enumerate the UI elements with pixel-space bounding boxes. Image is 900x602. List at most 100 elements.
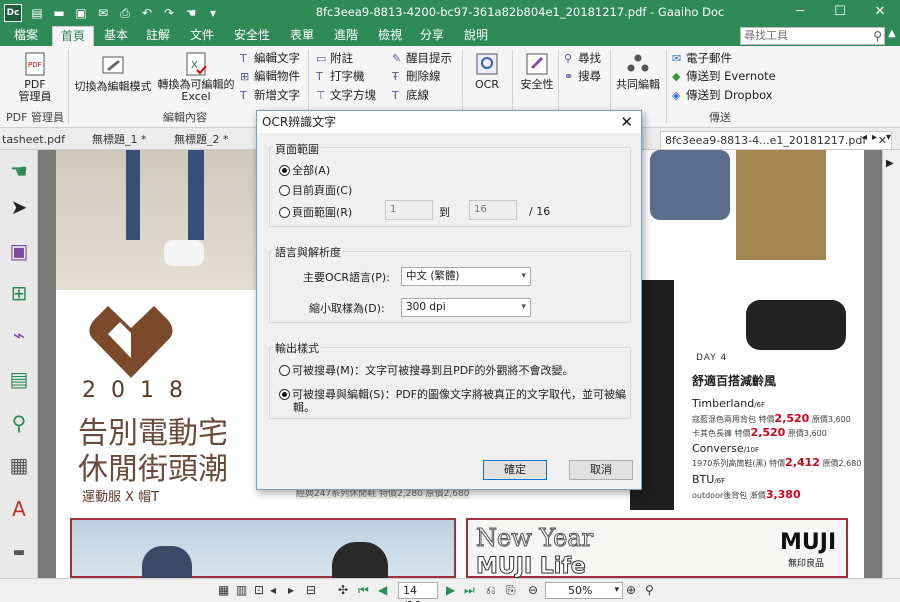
minimize-button[interactable]: ─ <box>780 0 820 26</box>
range-to-input[interactable]: 16 <box>469 200 517 220</box>
tab-basic[interactable]: 基本 <box>98 26 134 46</box>
attachment-icon[interactable]: ⌁ <box>6 322 32 348</box>
next-view-icon[interactable]: ⎘ <box>506 583 516 597</box>
convert-excel-button[interactable]: X 轉換為可編輯的 Excel <box>156 52 236 103</box>
tab-scroll-left-icon[interactable]: ◂ <box>862 132 867 143</box>
strikeout-button[interactable]: Ŧ 刪除線 <box>392 70 441 84</box>
typewriter-icon: T <box>316 70 323 83</box>
previous-page-icon[interactable]: ◀ <box>378 583 387 597</box>
tab-form[interactable]: 表單 <box>284 26 320 46</box>
radio-searchable[interactable]: 可被搜尋(M)：文字可被搜尋到且PDF的外觀將不會改變。 <box>279 362 574 378</box>
layers-icon[interactable]: ▦ <box>6 452 32 478</box>
cancel-button[interactable]: 取消 <box>569 460 633 480</box>
search-icon[interactable]: ⚲ <box>873 28 882 44</box>
ocr-button[interactable]: OCR <box>468 52 506 91</box>
new-document-icon[interactable]: ▤ <box>28 4 46 22</box>
add-text-button[interactable]: T 新增文字 <box>240 89 300 103</box>
typewriter-button[interactable]: T 打字機 <box>316 70 365 84</box>
tab-file[interactable]: 檔案 <box>6 26 46 46</box>
edit-object-button[interactable]: ⊞ 編輯物件 <box>240 70 300 84</box>
stamp-icon[interactable]: ⚲ <box>6 410 32 436</box>
next-page-icon[interactable]: ▶ <box>446 583 455 597</box>
open-folder-icon[interactable]: ▬ <box>50 4 68 22</box>
dialog-close-icon[interactable]: ✕ <box>620 113 633 131</box>
main-language-select[interactable]: 中文 (繁體) ▾ <box>401 267 531 286</box>
radio-current-page[interactable]: 目前頁面(C) <box>279 182 352 198</box>
rotate-left-icon[interactable]: ◂ <box>270 583 276 597</box>
pdf-manager-button[interactable]: PDF PDF 管理員 <box>10 52 60 103</box>
hand-tool-icon[interactable]: ☚ <box>182 4 200 22</box>
zoom-tool-icon[interactable]: ⚲ <box>645 583 654 597</box>
downsample-select[interactable]: 300 dpi ▾ <box>401 298 531 317</box>
fit-width-icon[interactable]: ⊡ <box>254 583 264 597</box>
product-line: outdoor後背包 漸價3,380 <box>692 488 801 501</box>
email-button[interactable]: ✉ 電子郵件 <box>672 52 732 66</box>
switch-edit-mode-button[interactable]: 切換為編輯模式 <box>72 54 154 93</box>
zoom-in-icon[interactable]: ⊕ <box>626 583 636 597</box>
share-edit-button[interactable]: 共同編輯 <box>614 52 662 91</box>
edit-text-button[interactable]: T 編輯文字 <box>240 52 300 66</box>
radio-page-range[interactable]: 頁面範圍(R) <box>279 204 352 220</box>
security-button[interactable]: 安全性 <box>516 52 558 91</box>
evernote-icon: ◆ <box>672 70 681 83</box>
underline-button[interactable]: T 底線 <box>392 89 429 103</box>
comments-icon[interactable]: ▤ <box>6 366 32 392</box>
zoom-fit-icon[interactable]: ✣ <box>338 583 348 597</box>
find-button[interactable]: ⚲ 尋找 <box>564 52 601 66</box>
scroll-mode-icon[interactable]: ⊟ <box>306 583 316 597</box>
tab-security[interactable]: 安全性 <box>228 26 276 46</box>
page-number-input[interactable]: 14 /16 <box>398 582 438 602</box>
undo-icon[interactable]: ↶ <box>138 4 156 22</box>
signature-icon[interactable]: A <box>6 496 32 522</box>
tab-home[interactable]: 首頁 <box>52 26 94 46</box>
print-icon[interactable]: ⎙ <box>116 4 134 22</box>
thumbnails-icon[interactable]: ⊞ <box>6 280 32 306</box>
tab-list-icon[interactable]: ▾ <box>886 132 891 143</box>
tab-share[interactable]: 分享 <box>414 26 450 46</box>
last-page-icon[interactable]: ⏭ <box>464 583 475 597</box>
chevron-down-icon: ▾ <box>614 585 619 595</box>
tab-scroll-right-icon[interactable]: ▸ <box>872 132 877 143</box>
tab-document[interactable]: 文件 <box>184 26 220 46</box>
email-icon[interactable]: ✉ <box>94 4 112 22</box>
zoom-select[interactable]: 50% ▾ <box>545 582 623 599</box>
save-icon[interactable]: ▣ <box>72 4 90 22</box>
search-tools-input[interactable]: 尋找工具 ⚲ <box>740 27 885 45</box>
doc-tab[interactable]: 無標題_1 * <box>92 131 147 149</box>
previous-view-icon[interactable]: ⎌ <box>486 583 496 597</box>
range-from-input[interactable]: 1 <box>385 200 433 220</box>
first-page-icon[interactable]: ⏮ <box>358 583 369 597</box>
bookmark-icon[interactable]: ▣ <box>6 238 32 264</box>
single-page-icon[interactable]: ▦ <box>218 583 229 597</box>
evernote-button[interactable]: ◆ 傳送到 Evernote <box>672 70 776 84</box>
tab-comment[interactable]: 註解 <box>140 26 176 46</box>
collapse-ribbon-icon[interactable]: ▲ <box>888 28 896 39</box>
search-button[interactable]: ⚭ 搜尋 <box>564 70 601 84</box>
tab-advanced[interactable]: 進階 <box>328 26 364 46</box>
customize-dropdown-icon[interactable]: ▾ <box>204 4 222 22</box>
doc-tab[interactable]: tasheet.pdf <box>2 131 65 149</box>
rotate-right-icon[interactable]: ▸ <box>288 583 294 597</box>
ok-button[interactable]: 確定 <box>483 460 547 480</box>
radio-searchable-editable[interactable]: 可被搜尋與編輯(S)：PDF的圖像文字將被真正的文字取代，並可被編 <box>279 386 626 402</box>
close-button[interactable]: ✕ <box>860 0 900 26</box>
tab-view[interactable]: 檢視 <box>372 26 408 46</box>
svg-text:X: X <box>191 60 198 71</box>
highlight-button[interactable]: ✎ 醒目提示 <box>392 52 452 66</box>
doc-tab[interactable]: 無標題_2 * <box>174 131 229 149</box>
dropbox-button[interactable]: ◈ 傳送到 Dropbox <box>672 89 773 103</box>
zoom-out-icon[interactable]: ⊖ <box>528 583 538 597</box>
note-button[interactable]: ▭ 附註 <box>316 52 353 66</box>
radio-all-pages[interactable]: 全部(A) <box>279 162 330 178</box>
select-tool-icon[interactable]: ➤ <box>6 194 32 220</box>
doc-tab-active[interactable]: 8fc3eea9-8813-4...e1_20181217.pdf ✕ <box>660 131 892 149</box>
two-page-icon[interactable]: ▥ <box>236 583 247 597</box>
more-panels-icon[interactable]: ▬ <box>6 540 32 566</box>
redo-icon[interactable]: ↷ <box>160 4 178 22</box>
hand-tool-icon[interactable]: ☚ <box>6 158 32 184</box>
tab-help[interactable]: 說明 <box>458 26 494 46</box>
textbox-button[interactable]: ⊤ 文字方塊 <box>316 89 376 103</box>
vertical-scrollbar[interactable]: ▶ <box>882 150 900 578</box>
maximize-button[interactable]: ☐ <box>820 0 860 26</box>
scroll-right-icon[interactable]: ▶ <box>886 158 894 169</box>
